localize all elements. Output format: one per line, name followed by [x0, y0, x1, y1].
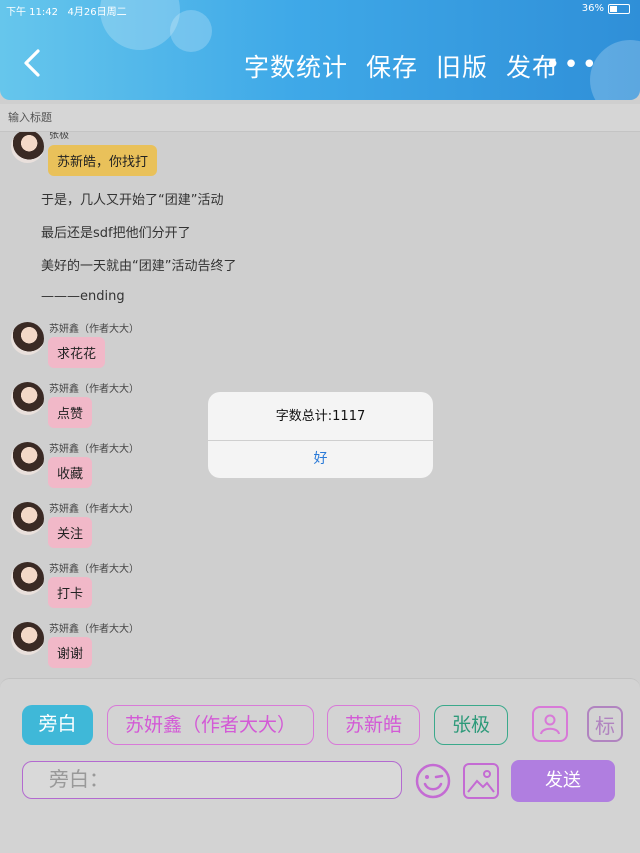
sender-name: 苏妍鑫（作者大大）: [49, 564, 139, 575]
status-time-date: 下午 11:42 4月26日周二: [6, 3, 127, 18]
avatar: [11, 382, 44, 415]
send-button[interactable]: 发送: [511, 760, 615, 802]
composer-bar: 旁白 苏妍鑫（作者大大） 苏新皓 张极 标 旁白： 发送: [0, 678, 640, 853]
avatar: [11, 622, 44, 655]
title-input[interactable]: 输入标题: [0, 104, 640, 132]
tag-icon[interactable]: 标: [587, 706, 623, 742]
message-bubble: 求花花: [48, 337, 106, 368]
header-actions: 字数统计 保存 旧版 发布: [244, 48, 558, 84]
back-button[interactable]: [22, 48, 42, 78]
emoji-icon[interactable]: [414, 762, 452, 800]
narration-line: ———ending: [41, 289, 125, 304]
narration-line: 最后还是sdf把他们分开了: [41, 226, 191, 241]
sender-name: 张极: [49, 132, 69, 141]
more-icon[interactable]: •••: [545, 50, 600, 80]
dialog-message: 字数总计:1117: [208, 392, 433, 441]
old-version-button[interactable]: 旧版: [436, 48, 488, 84]
save-button[interactable]: 保存: [366, 48, 418, 84]
message-bubble: 收藏: [48, 457, 93, 488]
top-header: 下午 11:42 4月26日周二 36% 字数统计 保存 旧版 发布 •••: [0, 0, 640, 100]
role-chip-narrator[interactable]: 旁白: [22, 705, 93, 745]
battery-percent: 36%: [581, 3, 604, 14]
avatar: [11, 132, 44, 163]
sender-name: 苏妍鑫（作者大大）: [49, 444, 139, 455]
status-indicators: 36%: [582, 3, 630, 14]
status-time: 下午 11:42: [6, 7, 58, 18]
avatar: [11, 442, 44, 475]
narration-line: 于是，几人又开始了“团建”活动: [41, 193, 224, 208]
message-bubble: 谢谢: [48, 637, 93, 668]
role-chip-zhangji[interactable]: 张极: [434, 705, 508, 745]
user-icon: [540, 714, 560, 735]
dialog-ok-button[interactable]: 好: [208, 441, 433, 478]
message-bubble: 点赞: [48, 397, 93, 428]
message-bubble: 关注: [48, 517, 93, 548]
sender-name: 苏妍鑫（作者大大）: [49, 624, 139, 635]
avatar: [11, 502, 44, 535]
word-count-button[interactable]: 字数统计: [244, 48, 348, 84]
avatar: [11, 562, 44, 595]
avatar: [11, 322, 44, 355]
sender-name: 苏妍鑫（作者大大）: [49, 504, 139, 515]
message-input[interactable]: 旁白：: [22, 761, 402, 799]
picture-icon: [467, 770, 495, 793]
role-chip-author[interactable]: 苏妍鑫（作者大大）: [107, 705, 314, 745]
image-icon[interactable]: [463, 763, 499, 799]
narration-line: 美好的一天就由“团建”活动告终了: [41, 259, 237, 274]
role-chip-suxinhao[interactable]: 苏新皓: [327, 705, 420, 745]
word-count-dialog: 字数总计:1117 好: [208, 392, 433, 478]
sender-name: 苏妍鑫（作者大大）: [49, 324, 139, 335]
message-bubble: 苏新皓，你找打: [48, 145, 158, 176]
status-date: 4月26日周二: [67, 7, 127, 18]
battery-icon: [608, 3, 630, 14]
chevron-left-icon: [24, 49, 40, 77]
message-bubble: 打卡: [48, 577, 93, 608]
status-bar: 下午 11:42 4月26日周二 36%: [0, 0, 640, 18]
add-character-icon[interactable]: [532, 706, 568, 742]
sender-name: 苏妍鑫（作者大大）: [49, 384, 139, 395]
